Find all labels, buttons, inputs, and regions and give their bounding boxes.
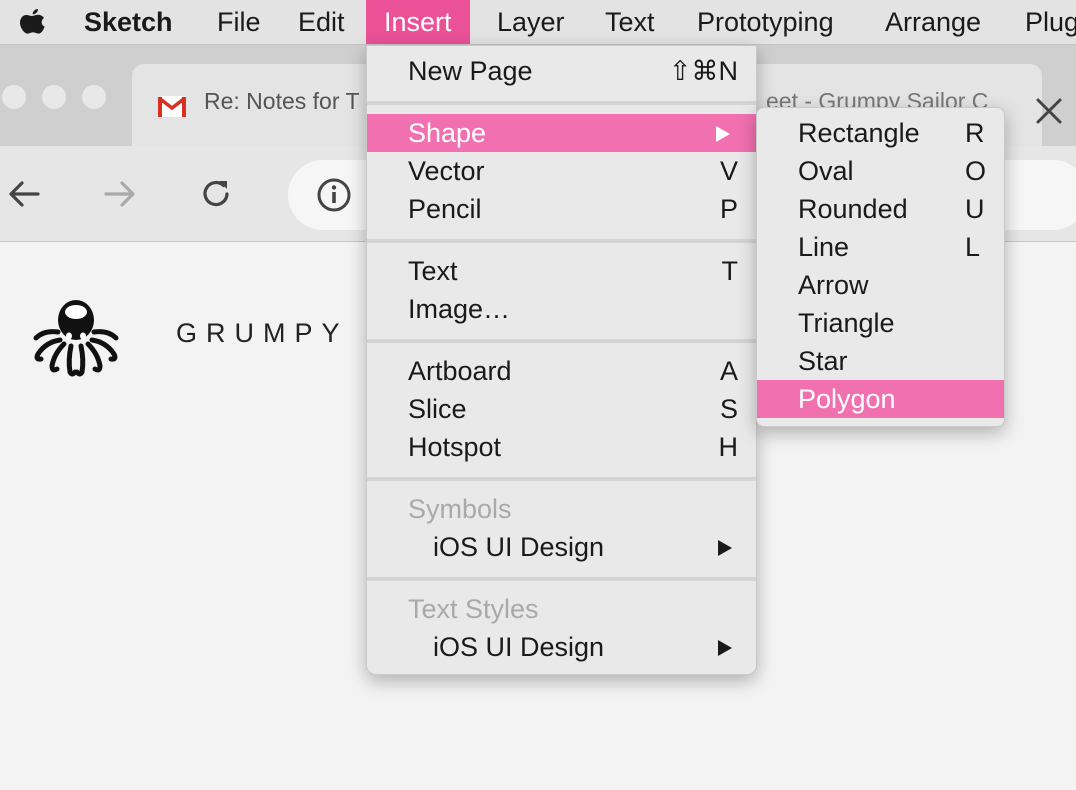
- menu-item-label: Shape: [408, 118, 487, 148]
- menu-bar: Sketch File Edit Insert Layer Text Proto…: [0, 0, 1076, 45]
- menu-item-label: Symbols: [408, 494, 512, 524]
- menu-separator: [367, 101, 756, 105]
- menu-item-label: Image…: [408, 294, 511, 324]
- submenu-item-rectangle[interactable]: Rectangle R: [757, 114, 1004, 152]
- menu-separator: [367, 339, 756, 343]
- submenu-arrow-icon: [718, 640, 732, 656]
- menu-separator: [367, 477, 756, 481]
- menu-item-label: Line: [798, 232, 850, 262]
- menu-section-symbols: Symbols: [367, 490, 756, 528]
- menu-item-label: Triangle: [798, 308, 895, 338]
- menu-item-text[interactable]: Text T: [367, 252, 756, 290]
- menu-item-label: New Page: [408, 56, 533, 86]
- menu-item-label: Artboard: [408, 356, 512, 386]
- menu-item-label: Star: [798, 346, 848, 376]
- menu-item-pencil[interactable]: Pencil P: [367, 190, 756, 228]
- menu-item-image[interactable]: Image…: [367, 290, 756, 328]
- menu-item-label: Vector: [408, 156, 485, 186]
- shortcut-label: T: [721, 256, 739, 286]
- menu-item-label: iOS UI Design: [433, 632, 605, 662]
- menu-item-label: Rounded: [798, 194, 908, 224]
- submenu-item-arrow[interactable]: Arrow: [757, 266, 1004, 304]
- menu-item-vector[interactable]: Vector V: [367, 152, 756, 190]
- brand-wordmark[interactable]: GRUMPY S: [176, 318, 372, 349]
- close-icon[interactable]: [1034, 96, 1064, 126]
- menu-item-label: Pencil: [408, 194, 482, 224]
- menu-item-label: Polygon: [798, 384, 896, 414]
- shortcut-label: S: [719, 394, 738, 424]
- menu-item-hotspot[interactable]: Hotspot H: [367, 428, 756, 466]
- menu-item-label: Text: [408, 256, 458, 286]
- insert-menu: New Page ⇧⌘N Shape Vector V Pencil P Tex…: [366, 45, 757, 675]
- shortcut-label: L: [965, 232, 981, 262]
- menu-item-slice[interactable]: Slice S: [367, 390, 756, 428]
- shortcut-label: U: [965, 194, 985, 224]
- menu-section-text-styles: Text Styles: [367, 590, 756, 628]
- menu-item-symbols-ios-ui-design[interactable]: iOS UI Design: [367, 528, 756, 566]
- menu-item-text-styles-ios-ui-design[interactable]: iOS UI Design: [367, 628, 756, 666]
- apple-logo-icon[interactable]: [16, 5, 48, 39]
- submenu-item-line[interactable]: Line L: [757, 228, 1004, 266]
- menu-separator: [367, 239, 756, 243]
- reload-icon[interactable]: [198, 176, 234, 212]
- menu-item-label: iOS UI Design: [433, 532, 605, 562]
- submenu-item-star[interactable]: Star: [757, 342, 1004, 380]
- submenu-arrow-icon: [716, 126, 730, 142]
- back-arrow-icon[interactable]: [6, 176, 42, 212]
- menu-item-shape[interactable]: Shape: [367, 114, 756, 152]
- shape-submenu: Rectangle R Oval O Rounded U Line L Arro…: [756, 107, 1005, 427]
- shortcut-label: P: [719, 194, 738, 224]
- shortcut-label: V: [719, 156, 738, 186]
- tab-title: Re: Notes for T: [204, 88, 360, 114]
- shortcut-label: ⇧⌘N: [668, 56, 738, 86]
- menu-separator: [367, 577, 756, 581]
- submenu-item-rounded[interactable]: Rounded U: [757, 190, 1004, 228]
- menu-item-label: Arrow: [798, 270, 869, 300]
- menu-insert[interactable]: Insert: [366, 0, 470, 44]
- menu-item-new-page[interactable]: New Page ⇧⌘N: [367, 52, 756, 90]
- menu-plugins[interactable]: Plug: [1025, 0, 1076, 44]
- shortcut-label: H: [718, 432, 739, 462]
- menu-prototyping[interactable]: Prototyping: [697, 0, 834, 44]
- menu-item-label: Text Styles: [408, 594, 539, 624]
- menu-item-artboard[interactable]: Artboard A: [367, 352, 756, 390]
- shortcut-label: R: [965, 118, 985, 148]
- menu-layer[interactable]: Layer: [497, 0, 565, 44]
- info-icon[interactable]: [316, 177, 352, 213]
- forward-arrow-icon[interactable]: [102, 176, 138, 212]
- submenu-item-oval[interactable]: Oval O: [757, 152, 1004, 190]
- gmail-icon: [158, 96, 186, 117]
- window-minimize-button[interactable]: [42, 85, 66, 109]
- menu-item-label: Rectangle: [798, 118, 920, 148]
- window-close-button[interactable]: [2, 85, 26, 109]
- octopus-logo-icon: [33, 300, 119, 377]
- submenu-item-polygon[interactable]: Polygon: [757, 380, 1004, 418]
- menu-edit[interactable]: Edit: [298, 0, 345, 44]
- menu-app-name[interactable]: Sketch: [84, 0, 173, 44]
- submenu-item-triangle[interactable]: Triangle: [757, 304, 1004, 342]
- submenu-arrow-icon: [718, 540, 732, 556]
- shortcut-label: O: [965, 156, 987, 186]
- menu-item-label: Slice: [408, 394, 467, 424]
- menu-item-label: Oval: [798, 156, 854, 186]
- menu-text[interactable]: Text: [605, 0, 655, 44]
- shortcut-label: A: [719, 356, 738, 386]
- menu-item-label: Hotspot: [408, 432, 502, 462]
- menu-file[interactable]: File: [217, 0, 261, 44]
- window-zoom-button[interactable]: [82, 85, 106, 109]
- menu-arrange[interactable]: Arrange: [885, 0, 981, 44]
